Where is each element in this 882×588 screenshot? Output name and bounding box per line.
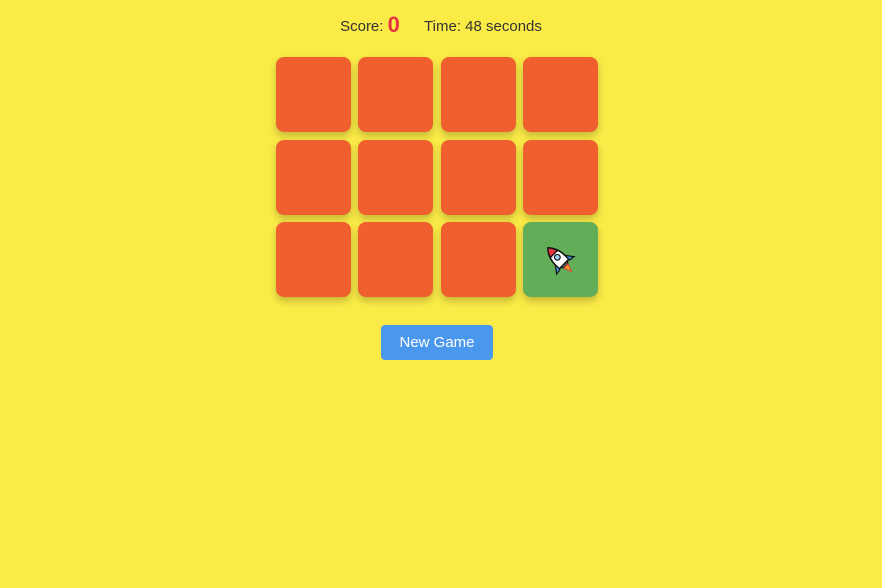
card-face-down[interactable] — [440, 222, 516, 297]
card-face-down[interactable] — [440, 139, 516, 215]
card-face-down[interactable] — [522, 57, 598, 132]
card-face-down[interactable] — [522, 139, 598, 215]
rocket-icon — [547, 246, 577, 276]
card-face-down[interactable] — [358, 222, 434, 297]
card-grid — [276, 57, 598, 297]
new-game-button[interactable]: New Game — [381, 325, 493, 360]
card-face-down[interactable] — [440, 57, 516, 132]
card-face-down[interactable] — [358, 139, 434, 215]
score-value: 0 — [387, 12, 400, 37]
card-face-up[interactable] — [522, 222, 598, 297]
time-display: Time: 48 seconds — [424, 18, 542, 35]
card-face-down[interactable] — [358, 57, 434, 132]
card-face-down[interactable] — [276, 222, 351, 297]
card-face-down[interactable] — [276, 57, 351, 132]
score-display: Score: 0 — [340, 10, 400, 42]
score-label: Score: — [340, 18, 384, 35]
card-face-down[interactable] — [276, 139, 351, 215]
status-bar: Score: 0 Time: 48 seconds — [0, 10, 882, 40]
game-screen: Score: 0 Time: 48 seconds New Game — [0, 0, 882, 588]
